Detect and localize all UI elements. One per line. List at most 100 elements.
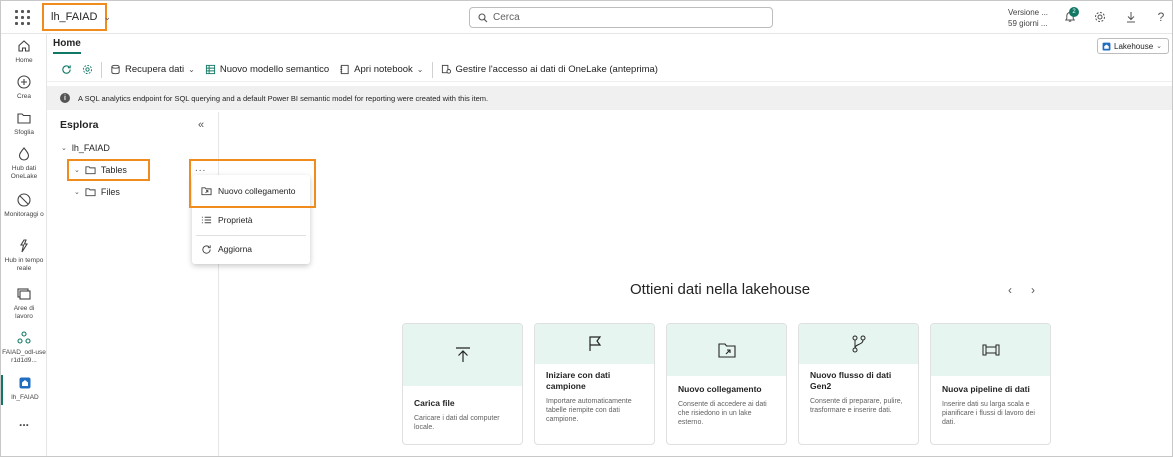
refresh-button[interactable] xyxy=(47,60,77,80)
nav-workspace-current[interactable]: FAIAD_odl-user1d1d9... xyxy=(1,330,47,365)
semantic-model-icon xyxy=(205,64,215,75)
settings-button[interactable] xyxy=(77,60,98,80)
chevron-down-icon: ⌄ xyxy=(188,65,195,74)
tree-item-label: Files xyxy=(100,187,120,197)
card-description: Consente di accedere ai dati che risiedo… xyxy=(678,401,767,426)
tab-home[interactable]: Home xyxy=(53,38,81,54)
nav-realtime[interactable]: Hub in tempo reale xyxy=(1,238,47,273)
menu-item-refresh[interactable]: Aggiorna xyxy=(192,236,310,262)
create-icon xyxy=(17,75,31,89)
lakehouse-icon xyxy=(1102,42,1111,50)
highlight-new-shortcut xyxy=(189,159,316,208)
nav-label: Aree di lavoro xyxy=(13,305,35,320)
carousel-prev-icon[interactable]: ‹ xyxy=(1008,283,1012,297)
card-description: Importare automaticamente tabelle riempi… xyxy=(546,398,632,423)
card-banner xyxy=(931,324,1050,376)
carousel-next-icon[interactable]: › xyxy=(1031,283,1035,297)
workspace-icon xyxy=(17,331,31,344)
realtime-icon xyxy=(20,239,28,253)
toolbar: Recupera dati ⌄ Nuovo modello semantico … xyxy=(47,58,1172,82)
refresh-icon xyxy=(62,65,71,74)
notebook-icon xyxy=(340,64,349,75)
new-semantic-model-button[interactable]: Nuovo modello semantico xyxy=(200,60,334,80)
view-dropdown[interactable]: Lakehouse ⌄ xyxy=(1097,38,1169,54)
monitor-icon xyxy=(17,193,31,207)
card-dataflow-gen2[interactable]: Nuovo flusso di dati Gen2 Consente di pr… xyxy=(798,323,919,445)
manage-access-label: Gestire l'accesso ai dati di OneLake (an… xyxy=(455,64,658,75)
chevron-down-icon: ⌄ xyxy=(103,11,112,22)
help-icon[interactable]: ? xyxy=(1154,10,1168,24)
nav-home[interactable]: Home xyxy=(1,38,47,65)
info-message-text: A SQL analytics endpoint for SQL queryin… xyxy=(78,93,489,103)
collapse-pane-icon[interactable]: « xyxy=(198,119,204,131)
card-title: Nuovo flusso di dati Gen2 xyxy=(810,370,892,391)
download-icon[interactable] xyxy=(1124,10,1138,24)
get-data-button[interactable]: Recupera dati ⌄ xyxy=(105,60,200,80)
nav-label: Monitoraggi o xyxy=(4,211,44,218)
divider xyxy=(431,61,433,78)
get-data-heading: Ottieni dati nella lakehouse xyxy=(630,281,811,298)
trial-status[interactable]: Versione ... 59 giorni ... xyxy=(1008,7,1048,29)
tree-item-files[interactable]: ⌄ Files xyxy=(74,187,120,197)
card-title: Iniziare con dati campione xyxy=(546,370,611,391)
card-data-pipeline[interactable]: Nuova pipeline di dati Inserire dati su … xyxy=(930,323,1051,445)
menu-item-label: Aggiorna xyxy=(218,244,253,254)
tree-root-lakehouse[interactable]: ⌄ lh_FAIAD xyxy=(61,143,110,153)
card-new-shortcut[interactable]: Nuovo collegamento Consente di accedere … xyxy=(666,323,787,445)
item-name: lh_FAIAD xyxy=(51,11,98,23)
trial-line-1: Versione ... xyxy=(1008,8,1049,17)
manage-access-button[interactable]: Gestire l'accesso ai dati di OneLake (an… xyxy=(436,60,663,80)
chevron-down-icon: ⌄ xyxy=(416,65,424,74)
search-box[interactable]: Cerca xyxy=(469,7,773,28)
card-title: Nuova pipeline di dati xyxy=(942,384,1030,394)
folder-icon xyxy=(17,113,31,124)
home-icon xyxy=(18,40,30,52)
tree-root-label: lh_FAIAD xyxy=(71,143,110,153)
nav-label: Sfoglia xyxy=(14,129,34,136)
chevron-down-icon: ⌄ xyxy=(1156,43,1163,50)
explorer-title: Esplora xyxy=(60,119,99,131)
trial-line-2: 59 giorni ... xyxy=(1008,19,1048,28)
open-notebook-label: Apri notebook xyxy=(354,64,413,75)
refresh-icon xyxy=(202,244,211,254)
ribbon-tabs: Home xyxy=(47,34,1172,56)
menu-item-properties[interactable]: Proprietà xyxy=(192,207,310,233)
nav-label: Crea xyxy=(16,93,32,100)
info-message-bar: i A SQL analytics endpoint for SQL query… xyxy=(47,86,1172,110)
pipeline-icon xyxy=(982,344,999,356)
nav-workspaces[interactable]: Aree di lavoro xyxy=(1,286,47,321)
chevron-down-icon: ⌄ xyxy=(61,145,67,152)
gear-icon[interactable] xyxy=(1093,10,1107,24)
nav-lakehouse[interactable]: lh_FAIAD xyxy=(1,375,47,405)
lakehouse-icon xyxy=(19,377,31,389)
card-description: Consente di preparare, pulire, trasforma… xyxy=(810,398,903,414)
database-icon xyxy=(111,64,120,75)
search-placeholder: Cerca xyxy=(493,12,520,23)
nav-browse[interactable]: Sfoglia xyxy=(1,110,47,137)
dataflow-icon xyxy=(852,335,865,353)
view-dropdown-label: Lakehouse xyxy=(1114,41,1154,51)
open-notebook-button[interactable]: Apri notebook ⌄ xyxy=(334,60,428,80)
app-launcher-icon[interactable] xyxy=(15,10,31,26)
nav-label: Hub dati OneLake xyxy=(10,165,38,180)
card-sample-data[interactable]: Iniziare con dati campione Importare aut… xyxy=(534,323,655,445)
folder-icon xyxy=(85,188,96,197)
card-upload-file[interactable]: Carica file Caricare i dati dal computer… xyxy=(402,323,523,445)
card-banner xyxy=(799,324,918,364)
card-description: Inserire dati su larga scala e pianifica… xyxy=(942,401,1035,426)
nav-create[interactable]: Crea xyxy=(1,74,47,101)
upload-icon xyxy=(455,347,470,362)
nav-monitor[interactable]: Monitoraggi o xyxy=(1,192,47,219)
info-icon: i xyxy=(60,93,70,103)
gear-icon xyxy=(83,65,92,74)
nav-label: Home xyxy=(15,57,33,64)
properties-icon xyxy=(201,216,212,224)
flag-icon xyxy=(588,336,601,351)
manage-access-icon xyxy=(441,64,451,74)
more-icon[interactable]: ... xyxy=(1,416,47,428)
item-name-dropdown[interactable]: lh_FAIAD ⌄ xyxy=(42,3,111,31)
new-semantic-model-label: Nuovo modello semantico xyxy=(219,64,330,75)
onelake-icon xyxy=(18,147,30,161)
get-data-label: Recupera dati xyxy=(125,64,185,75)
nav-onelake[interactable]: Hub dati OneLake xyxy=(1,146,47,181)
